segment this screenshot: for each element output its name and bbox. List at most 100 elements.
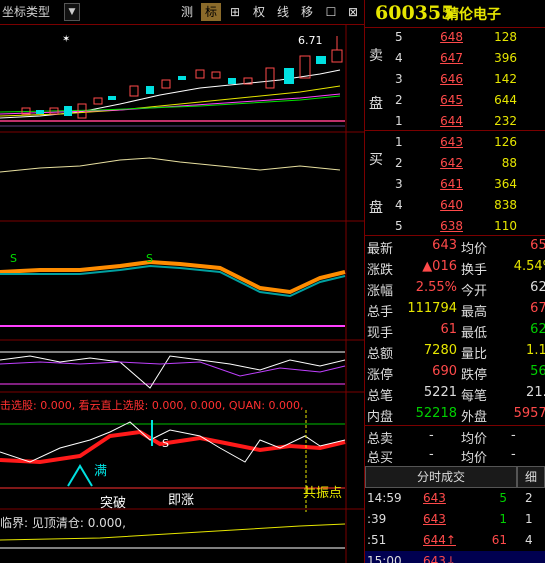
rights-button[interactable]: 权	[249, 3, 269, 21]
stat-value: 627	[530, 280, 545, 295]
stat-value: 671	[530, 301, 545, 316]
stock-code: 600355	[375, 2, 455, 24]
tick-price: 643	[423, 491, 446, 505]
tick-time: 14:59	[367, 491, 402, 505]
bid-price: 643	[440, 135, 463, 149]
bid-level: 4	[395, 198, 403, 212]
tick-row: :39 643 1 1	[365, 509, 545, 531]
chart-canvas: ✶	[0, 24, 364, 563]
stat-label: 最低	[461, 326, 488, 341]
ticks-header: 分时成交 细	[365, 466, 545, 488]
bid-row[interactable]: 2 642 88	[365, 152, 545, 174]
bid-level: 2	[395, 156, 403, 170]
move-button[interactable]: 移	[297, 3, 317, 21]
ask-volume: 142	[494, 72, 517, 86]
bid-price: 641	[440, 177, 463, 191]
tick-time: :39	[367, 512, 387, 526]
tick-row: 14:59 643 5 2	[365, 488, 545, 510]
stat-row: 总笔 5221 每笔 21.4	[365, 383, 545, 404]
svg-text:✶: ✶	[62, 34, 70, 45]
grid-button[interactable]: ⊞	[225, 3, 245, 21]
bid-row[interactable]: 5 638 110	[365, 215, 545, 237]
stat-row: 内盘 52218 外盘 59576	[365, 404, 545, 425]
stat-value: 61	[440, 322, 457, 337]
man-label: 满	[94, 464, 108, 479]
tick-row: 15:00 643↓	[365, 551, 545, 563]
bid-price: 642	[440, 156, 463, 170]
bid-volume: 364	[494, 177, 517, 191]
bid-row[interactable]: 3 641 364	[365, 173, 545, 195]
price-label: 6.71	[298, 34, 323, 47]
stat-value: 690	[432, 364, 457, 379]
indicator-formula-line: 击选股: 0.000, 看云直上选股: 0.000, 0.000, QUAN: …	[0, 399, 304, 412]
ask-price: 644	[440, 114, 463, 128]
tab-ticks[interactable]: 分时成交	[365, 466, 517, 488]
sell-side-label: 卖盘	[369, 48, 383, 112]
tick-volume: 61	[491, 533, 507, 547]
stat-label: 涨幅	[367, 284, 394, 299]
bottom-indicator-text: 临界: 见顶清仓: 0.000,	[0, 516, 126, 530]
quote-header: 600355 精伦电子	[365, 0, 545, 28]
ask-row[interactable]: 4 647 396	[365, 47, 545, 69]
tick-volume: 1	[499, 512, 507, 526]
ask-level: 3	[395, 72, 403, 86]
stat-row: 总额 7280 量比 1.19	[365, 341, 545, 362]
ask-price: 645	[440, 93, 463, 107]
stat-label: 现手	[367, 326, 394, 341]
stat-label: 今开	[461, 284, 488, 299]
stat-label: 最高	[461, 305, 488, 320]
measure-button[interactable]: 测	[177, 3, 197, 21]
ask-level: 2	[395, 93, 403, 107]
stat-value: ▲016	[422, 259, 457, 274]
stat-value: 564	[530, 364, 545, 379]
total-sell-row: 总卖 - 均价 -	[367, 428, 516, 447]
close-icon[interactable]: ⊠	[343, 3, 363, 21]
chart-area[interactable]: ✶ 坐标类型 ▼ 测 标 ⊞ 权 线 移 ☐ ⊠ 6.71 S S S 击选股:…	[0, 0, 364, 563]
jizhang-label: 即涨	[168, 493, 195, 508]
bid-price: 638	[440, 219, 463, 233]
coord-type-select[interactable]: 坐标类型	[2, 3, 50, 20]
stat-label: 总手	[367, 305, 394, 320]
bid-level: 1	[395, 135, 403, 149]
bid-volume: 838	[494, 198, 517, 212]
stat-value: 4.54%	[513, 259, 545, 274]
stat-value: 52218	[415, 406, 457, 421]
ask-row[interactable]: 1 644 232	[365, 110, 545, 132]
chart-toolbar: 坐标类型 ▼ 测 标 ⊞ 权 线 移 ☐ ⊠	[0, 0, 364, 25]
bid-level: 3	[395, 177, 403, 191]
ask-level: 4	[395, 51, 403, 65]
stat-value: 5221	[423, 385, 457, 400]
stat-value: 59576	[513, 406, 545, 421]
ask-price: 648	[440, 30, 463, 44]
tick-time: 15:00	[367, 554, 402, 563]
bid-volume: 110	[494, 219, 517, 233]
tab-detail[interactable]: 细	[517, 466, 545, 488]
tick-volume: 5	[499, 491, 507, 505]
stat-row: 涨停 690 跌停 564	[365, 362, 545, 383]
stat-value: 111794	[407, 301, 457, 316]
ask-volume: 232	[494, 114, 517, 128]
s-marker: S	[162, 437, 169, 450]
ask-row[interactable]: 5 648 128	[365, 26, 545, 48]
chevron-down-icon[interactable]: ▼	[64, 3, 80, 21]
stat-row: 涨幅 2.55% 今开 627	[365, 278, 545, 299]
stat-value: 7280	[423, 343, 457, 358]
tick-count: 1	[525, 512, 533, 526]
ask-row[interactable]: 2 645 644	[365, 89, 545, 111]
tupo-label: 突破	[100, 496, 127, 511]
gongzhen-label: 共振点	[303, 486, 343, 501]
ask-row[interactable]: 3 646 142	[365, 68, 545, 90]
stat-value: 1.19	[526, 343, 545, 358]
tick-price: 643↓	[423, 554, 456, 563]
bid-row[interactable]: 1 643 126	[365, 131, 545, 153]
stat-value: 2.55%	[415, 280, 457, 295]
s-marker: S	[10, 252, 17, 265]
stat-label: 总笔	[367, 389, 394, 404]
bid-price: 640	[440, 198, 463, 212]
mark-button[interactable]: 标	[201, 3, 221, 21]
stat-value: 21.4	[526, 385, 545, 400]
line-button[interactable]: 线	[273, 3, 293, 21]
bid-row[interactable]: 4 640 838	[365, 194, 545, 216]
window-button[interactable]: ☐	[321, 3, 341, 21]
tick-price: 644↑	[423, 533, 456, 547]
